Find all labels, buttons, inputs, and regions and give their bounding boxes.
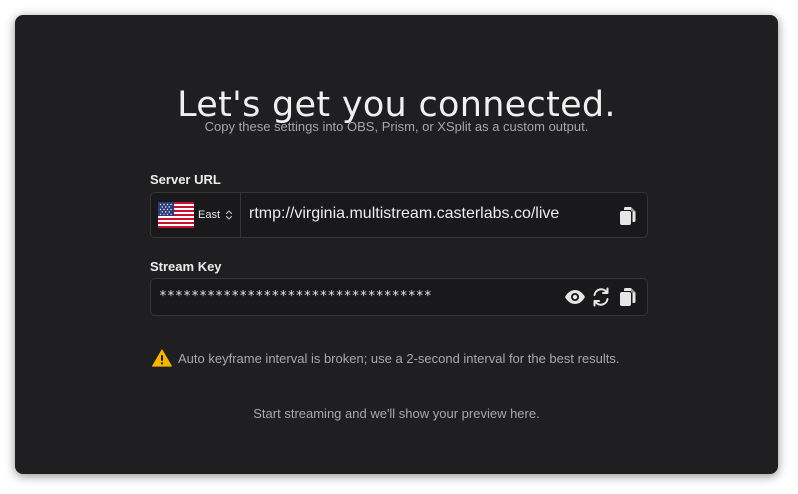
us-flag-icon bbox=[158, 202, 194, 228]
refresh-icon bbox=[593, 287, 609, 307]
stream-key-label: Stream Key bbox=[150, 259, 222, 274]
chevron-up-down-icon bbox=[225, 210, 233, 220]
warning-text: Auto keyframe interval is broken; use a … bbox=[178, 350, 620, 366]
page-subtitle: Copy these settings into OBS, Prism, or … bbox=[204, 119, 589, 134]
server-url-field: East rtmp://virginia.multistream.casterl… bbox=[150, 192, 648, 238]
region-name: East bbox=[198, 209, 221, 221]
copy-stream-key-button[interactable] bbox=[617, 286, 639, 308]
stream-key-value[interactable]: ********************************** bbox=[159, 289, 432, 304]
server-url-value[interactable]: rtmp://virginia.multistream.casterlabs.c… bbox=[249, 205, 559, 223]
regenerate-key-button[interactable] bbox=[590, 286, 612, 308]
region-select[interactable]: East bbox=[151, 193, 241, 237]
server-url-label: Server URL bbox=[150, 172, 221, 187]
preview-placeholder: Start streaming and we'll show your prev… bbox=[253, 406, 540, 421]
eye-icon bbox=[565, 290, 585, 304]
copy-server-url-button[interactable] bbox=[617, 205, 639, 227]
copy-icon bbox=[620, 288, 636, 306]
keyframe-warning: Auto keyframe interval is broken; use a … bbox=[152, 349, 620, 367]
stream-key-field: ********************************** bbox=[150, 278, 648, 316]
show-key-button[interactable] bbox=[564, 286, 586, 308]
copy-icon bbox=[620, 207, 636, 225]
connection-card: Let's get you connected. Copy these sett… bbox=[15, 15, 778, 474]
warning-triangle-icon bbox=[152, 349, 172, 367]
